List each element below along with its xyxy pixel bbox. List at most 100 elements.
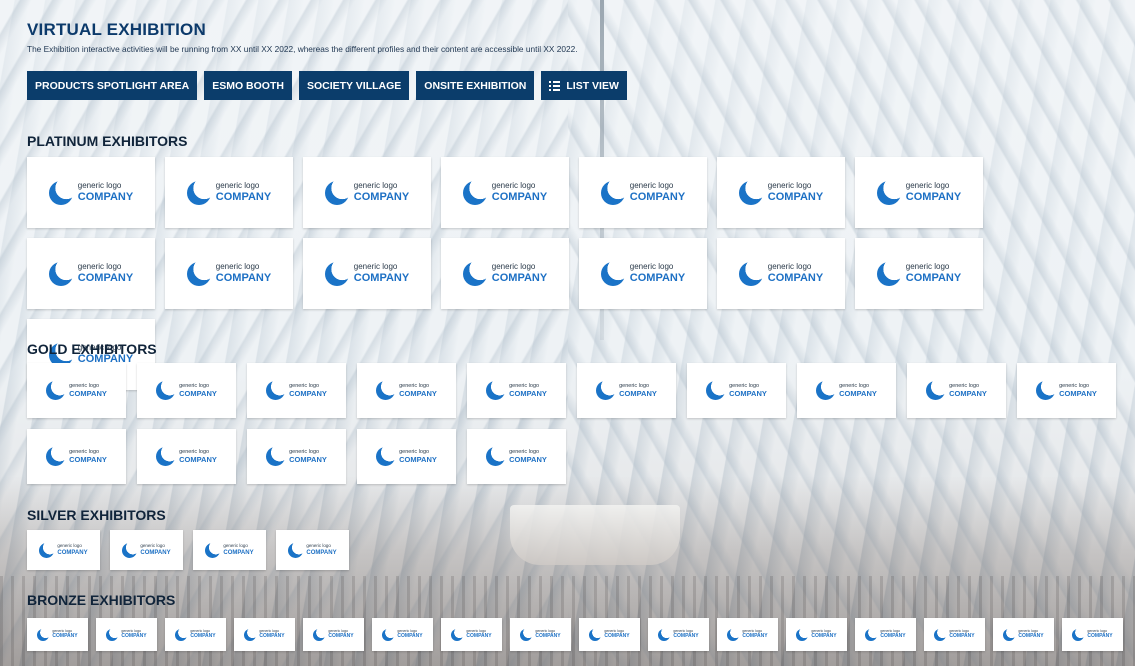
silver-exhibitor-tile[interactable]: generic logo COMPANY (27, 530, 100, 570)
logo-small-text: generic logo (491, 262, 536, 271)
gold-exhibitor-tile[interactable]: generic logo COMPANY (907, 363, 1006, 418)
gold-exhibitor-tile[interactable]: generic logo COMPANY (467, 363, 566, 418)
bronze-exhibitor-tile[interactable]: generic logo COMPANY (855, 618, 916, 651)
company-logo-icon (865, 628, 878, 641)
company-logo-icon (520, 628, 533, 641)
bronze-exhibitor-tile[interactable]: generic logo COMPANY (924, 618, 985, 651)
logo-text: generic logo COMPANY (223, 544, 253, 556)
platinum-exhibitor-tile[interactable]: generic logo COMPANY (717, 238, 845, 309)
company-logo: generic logo COMPANY (186, 261, 272, 286)
logo-text: generic logo COMPANY (509, 449, 547, 464)
bronze-exhibitor-tile[interactable]: generic logo COMPANY (993, 618, 1054, 651)
gold-exhibitor-tile[interactable]: generic logo COMPANY (467, 429, 566, 484)
logo-text: generic logo COMPANY (289, 449, 327, 464)
logo-company-text: COMPANY (1087, 633, 1113, 640)
logo-company-text: COMPANY (306, 549, 337, 556)
platinum-exhibitor-tile[interactable]: generic logo COMPANY (27, 157, 155, 228)
company-logo-icon (376, 381, 396, 400)
gold-exhibitor-tile[interactable]: generic logo COMPANY (137, 363, 236, 418)
gold-exhibitor-tile[interactable]: generic logo COMPANY (1017, 363, 1116, 418)
logo-company-text: COMPANY (629, 191, 686, 203)
bronze-exhibitor-tile[interactable]: generic logo COMPANY (1062, 618, 1123, 651)
bronze-exhibitor-tile[interactable]: generic logo COMPANY (441, 618, 502, 651)
bronze-exhibitor-tile[interactable]: generic logo COMPANY (648, 618, 709, 651)
bronze-exhibitor-tile[interactable]: generic logo COMPANY (786, 618, 847, 651)
silver-exhibitor-tile[interactable]: generic logo COMPANY (110, 530, 183, 570)
platinum-exhibitor-tile[interactable]: generic logo COMPANY (855, 238, 983, 309)
platinum-exhibitor-tile[interactable]: generic logo COMPANY (165, 238, 293, 309)
platinum-exhibitor-tile[interactable]: generic logo COMPANY (579, 157, 707, 228)
company-logo: generic logo COMPANY (106, 628, 147, 641)
platinum-exhibitor-tile[interactable]: generic logo COMPANY (441, 238, 569, 309)
bronze-exhibitor-tile[interactable]: generic logo COMPANY (372, 618, 433, 651)
platinum-exhibitor-tile[interactable]: generic logo COMPANY (855, 157, 983, 228)
logo-text: generic logo COMPANY (306, 544, 336, 556)
bronze-exhibitor-tile[interactable]: generic logo COMPANY (234, 618, 295, 651)
company-logo-icon (244, 628, 257, 641)
logo-small-text: generic logo (905, 181, 950, 190)
logo-text: generic logo COMPANY (1059, 383, 1097, 398)
bronze-exhibitor-tile[interactable]: generic logo COMPANY (27, 618, 88, 651)
logo-text: generic logo COMPANY (69, 449, 107, 464)
logo-text: generic logo COMPANY (630, 263, 685, 284)
company-logo: generic logo COMPANY (376, 447, 437, 466)
gold-exhibitor-tile[interactable]: generic logo COMPANY (27, 429, 126, 484)
company-logo: generic logo COMPANY (244, 628, 285, 641)
silver-exhibitor-tile[interactable]: generic logo COMPANY (193, 530, 266, 570)
logo-text: generic logo COMPANY (535, 629, 560, 640)
gold-exhibitor-tile[interactable]: generic logo COMPANY (357, 363, 456, 418)
company-logo: generic logo COMPANY (738, 180, 823, 205)
bronze-exhibitor-tile[interactable]: generic logo COMPANY (717, 618, 778, 651)
logo-text: generic logo COMPANY (190, 629, 215, 640)
logo-company-text: COMPANY (57, 549, 88, 556)
logo-text: generic logo COMPANY (619, 383, 657, 398)
company-logo-icon (1072, 628, 1085, 641)
gold-exhibitor-tile[interactable]: generic logo COMPANY (797, 363, 896, 418)
logo-company-text: COMPANY (629, 272, 686, 284)
gold-exhibitor-tile[interactable]: generic logo COMPANY (577, 363, 676, 418)
gold-exhibitor-tile[interactable]: generic logo COMPANY (357, 429, 456, 484)
company-logo: generic logo COMPANY (288, 542, 337, 558)
gold-exhibitor-tile[interactable]: generic logo COMPANY (27, 363, 126, 418)
company-logo: generic logo COMPANY (738, 261, 823, 286)
logo-company-text: COMPANY (215, 272, 272, 284)
gold-exhibitor-tile[interactable]: generic logo COMPANY (137, 429, 236, 484)
platinum-exhibitor-tile[interactable]: generic logo COMPANY (303, 238, 431, 309)
bronze-exhibitor-tile[interactable]: generic logo COMPANY (579, 618, 640, 651)
platinum-exhibitor-tile[interactable]: generic logo COMPANY (303, 157, 431, 228)
company-logo-icon (266, 447, 286, 466)
bronze-exhibitor-tile[interactable]: generic logo COMPANY (510, 618, 571, 651)
company-logo: generic logo COMPANY (313, 628, 354, 641)
company-logo-icon (600, 261, 625, 286)
bronze-exhibitor-tile[interactable]: generic logo COMPANY (303, 618, 364, 651)
platinum-exhibitor-tile[interactable]: generic logo COMPANY (165, 157, 293, 228)
onsite-exhibition-button[interactable]: ONSITE EXHIBITION (416, 71, 535, 100)
platinum-exhibitor-tile[interactable]: generic logo COMPANY (27, 238, 155, 309)
gold-exhibitor-tile[interactable]: generic logo COMPANY (247, 429, 346, 484)
logo-small-text: generic logo (215, 262, 260, 271)
society-village-button[interactable]: SOCIETY VILLAGE (298, 71, 410, 100)
platinum-exhibitor-tile[interactable]: generic logo COMPANY (579, 238, 707, 309)
company-logo: generic logo COMPANY (600, 261, 685, 286)
silver-exhibitor-tile[interactable]: generic logo COMPANY (276, 530, 349, 570)
list-view-button[interactable]: LIST VIEW (541, 71, 627, 100)
esmo-booth-button[interactable]: ESMO BOOTH (204, 71, 292, 100)
bronze-exhibitor-tile[interactable]: generic logo COMPANY (96, 618, 157, 651)
company-logo-icon (462, 180, 487, 205)
platinum-exhibitor-tile[interactable]: generic logo COMPANY (717, 157, 845, 228)
logo-small-text: generic logo (905, 262, 950, 271)
gold-exhibitor-tile[interactable]: generic logo COMPANY (247, 363, 346, 418)
onsite-exhibition-label: ONSITE EXHIBITION (424, 79, 527, 92)
logo-company-text: COMPANY (905, 191, 962, 203)
gold-exhibitor-tile[interactable]: generic logo COMPANY (687, 363, 786, 418)
bronze-exhibitor-tile[interactable]: generic logo COMPANY (165, 618, 226, 651)
company-logo: generic logo COMPANY (324, 261, 409, 286)
company-logo-icon (205, 542, 221, 558)
platinum-exhibitor-tile[interactable]: generic logo COMPANY (441, 157, 569, 228)
logo-text: generic logo COMPANY (949, 383, 987, 398)
products-spotlight-button[interactable]: PRODUCTS SPOTLIGHT AREA (27, 71, 198, 100)
logo-company-text: COMPANY (121, 633, 147, 640)
logo-text: generic logo COMPANY (742, 629, 767, 640)
logo-text: generic logo COMPANY (121, 629, 147, 640)
logo-company-text: COMPANY (179, 389, 217, 398)
